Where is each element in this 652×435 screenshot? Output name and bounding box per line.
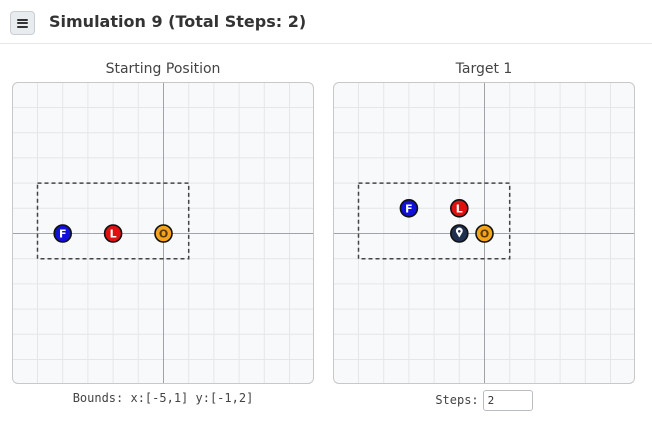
menu-button[interactable]	[10, 11, 35, 35]
piece-label: L	[456, 202, 463, 215]
steps-input[interactable]	[482, 389, 533, 411]
header-bar: Simulation 9 (Total Steps: 2)	[0, 0, 652, 44]
piece-follower[interactable]: F	[53, 224, 73, 243]
piece-label: O	[480, 228, 489, 241]
start-grid-panel: FLO	[12, 82, 314, 384]
panel-title-target: Target 1	[455, 61, 513, 77]
target-grid-panel: F L O	[333, 82, 635, 384]
piece-label: O	[159, 228, 168, 241]
piece-label: F	[405, 202, 413, 215]
piece-obstacle_or_target[interactable]: O	[475, 224, 494, 243]
steps-control: Steps:	[333, 389, 635, 411]
target-grid: F L O	[334, 83, 634, 383]
piece-label: F	[59, 228, 67, 241]
hamburger-menu-icon	[17, 18, 28, 28]
steps-label: Steps:	[435, 393, 479, 407]
bounds-text: Bounds: x:[-5,1] y:[-1,2]	[72, 391, 254, 405]
piece-follower[interactable]: F	[399, 199, 419, 218]
agent-pin-marker[interactable]	[450, 224, 469, 243]
piece-obstacle_or_target[interactable]: O	[154, 224, 173, 243]
piece-leader[interactable]: L	[450, 199, 469, 218]
panel-title-start: Starting Position	[105, 61, 221, 77]
page-title: Simulation 9 (Total Steps: 2)	[49, 12, 307, 31]
start-grid: FLO	[13, 83, 313, 383]
piece-label: L	[110, 228, 117, 241]
piece-leader[interactable]: L	[103, 224, 123, 243]
